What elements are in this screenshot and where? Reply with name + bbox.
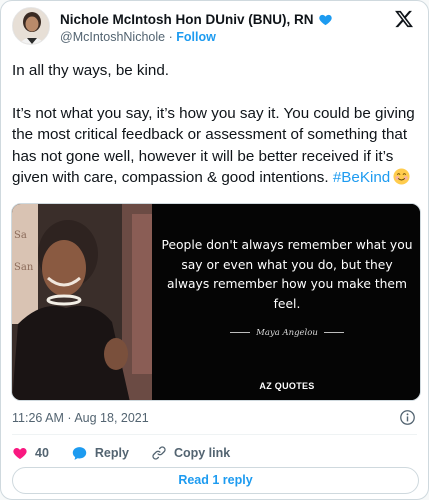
tweet-card: Nichole McIntosh Hon DUniv (BNU), RN @Mc… xyxy=(0,0,429,500)
like-count: 40 xyxy=(35,446,49,460)
tweet-media-image[interactable]: Sa San People don't always remember what… xyxy=(11,203,421,401)
tweet-date: Aug 18, 2021 xyxy=(74,411,149,425)
copy-link-button[interactable]: Copy link xyxy=(151,445,230,461)
follow-button[interactable]: Follow xyxy=(176,30,216,44)
like-button[interactable]: 40 xyxy=(12,445,49,461)
heart-icon xyxy=(13,448,27,459)
avatar-image xyxy=(13,8,49,44)
tweet-text: In all thy ways, be kind. It’s not what … xyxy=(12,60,422,189)
author-handle-line: @McIntoshNichole · Follow xyxy=(60,30,216,44)
tweet-actions: 40 Reply Copy link xyxy=(12,442,252,464)
author-display-name[interactable]: Nichole McIntosh Hon DUniv (BNU), RN xyxy=(60,12,314,27)
svg-text:Sa: Sa xyxy=(14,230,27,241)
tweet-body: It’s not what you say, it’s how you say … xyxy=(12,103,422,189)
divider xyxy=(12,434,417,435)
tweet-time: 11:26 AM xyxy=(12,411,64,425)
quote-author-name: Maya Angelou xyxy=(256,328,318,338)
quote-author: Maya Angelou xyxy=(152,328,420,338)
avatar[interactable] xyxy=(12,7,50,45)
smiling-face-emoji-icon xyxy=(393,168,410,185)
reply-label: Reply xyxy=(94,446,129,460)
verified-heart-icon xyxy=(318,14,332,26)
quote-text: People don't always remember what you sa… xyxy=(161,238,413,311)
azquotes-brand: AZ QUOTES xyxy=(259,381,315,391)
author-name-line: Nichole McIntosh Hon DUniv (BNU), RN xyxy=(60,12,333,27)
author-handle[interactable]: @McIntoshNichole xyxy=(60,30,165,44)
svg-text:San: San xyxy=(14,262,34,273)
reply-button[interactable]: Reply xyxy=(71,445,129,462)
link-icon xyxy=(152,446,166,460)
x-logo-icon[interactable] xyxy=(394,9,414,29)
info-icon[interactable] xyxy=(399,409,416,426)
hashtag-link[interactable]: #BeKind xyxy=(333,169,390,186)
tweet-timestamp[interactable]: 11:26 AM · Aug 18, 2021 xyxy=(12,411,149,425)
copy-link-label: Copy link xyxy=(173,446,231,460)
reply-bubble-icon xyxy=(72,446,87,460)
maya-angelou-photo: Sa San xyxy=(12,204,152,400)
tweet-line-1: In all thy ways, be kind. xyxy=(12,62,170,79)
handle-separator: · xyxy=(168,30,173,44)
quote-panel: People don't always remember what you sa… xyxy=(152,204,420,400)
read-replies-button[interactable]: Read 1 reply xyxy=(12,467,419,494)
timestamp-separator: · xyxy=(67,411,72,425)
tweet-header: Nichole McIntosh Hon DUniv (BNU), RN @Mc… xyxy=(12,7,418,47)
